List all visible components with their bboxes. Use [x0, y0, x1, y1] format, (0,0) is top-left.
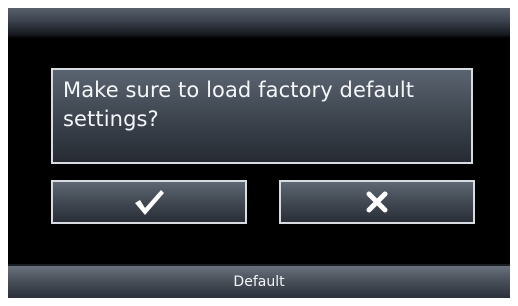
confirm-button[interactable]	[51, 180, 247, 224]
screen-title: Default	[233, 274, 285, 290]
close-x-icon	[366, 191, 388, 213]
cancel-button[interactable]	[279, 180, 475, 224]
dialog-message: Make sure to load factory default settin…	[63, 78, 415, 131]
bottom-title-bar: Default	[8, 264, 510, 298]
top-status-bar	[8, 8, 510, 38]
confirmation-dialog: Make sure to load factory default settin…	[51, 68, 473, 164]
device-screen: Make sure to load factory default settin…	[8, 8, 510, 298]
checkmark-icon	[135, 190, 164, 215]
